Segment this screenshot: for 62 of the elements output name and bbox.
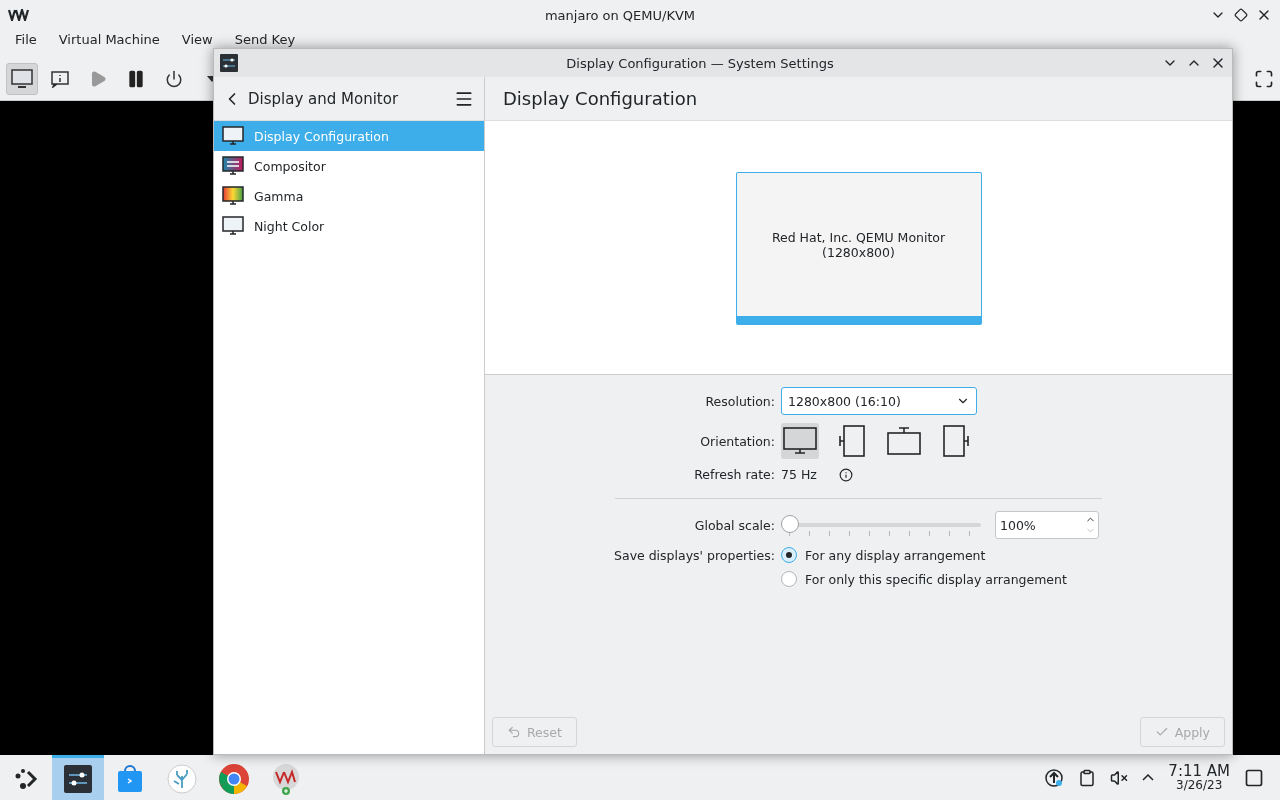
show-desktop-icon xyxy=(1244,767,1264,788)
slider-thumb[interactable] xyxy=(781,515,799,533)
field-label: Global scale: xyxy=(694,517,775,533)
clipboard-icon xyxy=(1078,768,1097,787)
window-title: Display Configuration — System Settings xyxy=(565,55,835,71)
resolution-dropdown[interactable]: 1280x800 (16:10) xyxy=(781,387,977,415)
radio-label: For any display arrangement xyxy=(805,547,986,563)
monitor-icon xyxy=(222,186,244,206)
window-title: manjaro on QEMU/KVM xyxy=(543,7,697,23)
monitor-icon xyxy=(222,216,244,236)
coral-icon xyxy=(167,764,197,794)
sidebar-title: Display and Monitor xyxy=(248,89,400,108)
shopping-bag-icon xyxy=(117,765,143,793)
monitor-resolution: (1280x800) xyxy=(822,244,895,260)
maximize-icon xyxy=(1234,8,1248,22)
monitor-rotated-left-icon xyxy=(839,425,865,457)
sidebar-item[interactable]: Night Color xyxy=(214,211,484,241)
fullscreen-icon xyxy=(1254,69,1274,89)
clock-date: 3/26/23 xyxy=(1176,779,1223,791)
monitor-icon xyxy=(222,126,244,146)
compositor-icon xyxy=(222,156,244,176)
taskbar-app[interactable] xyxy=(52,755,104,800)
vm-icon xyxy=(271,763,301,795)
settings-icon xyxy=(64,765,92,793)
muted-speaker-icon xyxy=(1110,768,1129,787)
sidebar-item[interactable]: Compositor xyxy=(214,151,484,181)
info-icon xyxy=(838,467,853,482)
play-icon xyxy=(89,70,107,88)
monitor-rotated-right-icon xyxy=(943,425,969,457)
field-label: Orientation: xyxy=(700,433,775,449)
refresh-rate-value: 75 Hz xyxy=(781,467,817,482)
sidebar-item[interactable]: Gamma xyxy=(214,181,484,211)
app-logo-icon xyxy=(8,9,30,21)
monitor-icon xyxy=(11,69,33,89)
radio-button[interactable] xyxy=(781,571,797,587)
check-icon xyxy=(1154,725,1169,739)
menu-item[interactable]: File xyxy=(4,32,48,47)
launcher-icon xyxy=(13,766,39,792)
chevron-up-icon xyxy=(1142,774,1155,781)
update-icon xyxy=(1044,767,1065,788)
scale-spinbox[interactable]: 100% xyxy=(995,511,1099,539)
orientation-button[interactable] xyxy=(781,423,819,459)
radio-button[interactable] xyxy=(781,547,797,563)
settings-icon xyxy=(220,54,238,72)
scale-slider[interactable] xyxy=(781,514,981,536)
pause-icon xyxy=(126,69,146,89)
menu-item[interactable]: View xyxy=(170,32,224,47)
monitor-inverted-icon xyxy=(887,427,921,455)
browser-icon xyxy=(218,763,250,795)
radio-label: For only this specific display arrangement xyxy=(805,571,1067,587)
power-icon xyxy=(165,70,183,88)
clock-time: 7:11 AM xyxy=(1168,764,1230,779)
undo-icon xyxy=(507,725,521,739)
monitor-tile[interactable]: Red Hat, Inc. QEMU Monitor (1280x800) xyxy=(735,172,982,325)
menu-item[interactable]: Send Key xyxy=(223,32,307,47)
field-label: Save displays' properties: xyxy=(614,547,775,563)
monitor-icon xyxy=(783,427,817,455)
monitor-name: Red Hat, Inc. QEMU Monitor xyxy=(771,229,946,245)
field-label: Resolution: xyxy=(705,393,775,409)
field-label: Refresh rate: xyxy=(694,467,775,482)
menu-item[interactable]: Virtual Machine xyxy=(47,32,171,47)
info-icon xyxy=(51,70,69,88)
